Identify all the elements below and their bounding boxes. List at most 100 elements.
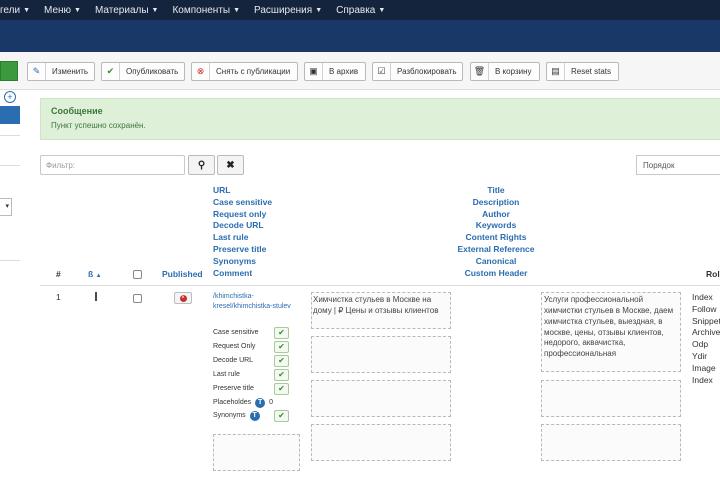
robots-list: Index Follow Snippet Archive Odp Ydir Im… xyxy=(692,292,720,386)
row-checkbox[interactable] xyxy=(133,294,142,303)
url-header-group: URL Case sensitive Request only Decode U… xyxy=(213,185,272,279)
search-icon: ⚲ xyxy=(197,159,206,171)
menu-item-help[interactable]: Справка ▼ xyxy=(329,5,392,16)
unpublished-icon: × xyxy=(179,294,187,302)
title-text: Химчистка стульев в Москве на дому | ₽ Ц… xyxy=(313,295,439,315)
col-preserve-title[interactable]: Preserve title xyxy=(213,244,272,256)
robots-index: Index xyxy=(692,292,713,302)
menu-item-components[interactable]: Компоненты ▼ xyxy=(165,5,247,16)
caret-down-icon: ▼ xyxy=(233,6,241,14)
option-placeholders: Placeholdes T 0 xyxy=(213,396,273,409)
publish-button[interactable]: ✔ Опубликовать xyxy=(101,62,185,81)
col-custom-header[interactable]: Custom Header xyxy=(465,268,528,280)
sidebar-divider xyxy=(0,260,20,261)
info-icon[interactable]: T xyxy=(249,410,260,421)
reset-stats-label: Reset stats xyxy=(571,67,612,76)
col-request-only[interactable]: Request only xyxy=(213,209,272,221)
plus-circle-icon[interactable]: + xyxy=(4,91,16,103)
canonical-field[interactable] xyxy=(541,380,681,417)
top-menu: гели ▼ Меню ▼ Материалы ▼ Компоненты ▼ Расши… xyxy=(0,0,720,20)
sort-asc-icon: ▲ xyxy=(95,273,102,279)
unpublish-button[interactable]: ⊗ Снять с публикации xyxy=(191,62,298,81)
comment-field[interactable] xyxy=(213,434,300,471)
col-num: # xyxy=(56,269,61,279)
robots-odp: Odp xyxy=(692,339,709,350)
info-icon[interactable]: T xyxy=(255,397,266,408)
select-all-checkbox[interactable] xyxy=(133,270,142,279)
col-case-sensitive[interactable]: Case sensitive xyxy=(213,197,272,209)
col-author[interactable]: Author xyxy=(482,209,510,221)
option-label: Case sensitive xyxy=(213,329,259,336)
caret-down-icon: ▼ xyxy=(23,6,31,14)
robots-ydir: Ydir xyxy=(692,350,708,361)
author-field[interactable] xyxy=(311,380,451,417)
option-request-only: Request Only xyxy=(213,340,255,353)
archive-button[interactable]: ▣ В архив xyxy=(304,62,366,81)
option-label: Request Only xyxy=(213,343,256,350)
menu-item-menu[interactable]: Меню ▼ xyxy=(37,5,88,16)
menu-item-extensions[interactable]: Расширения ▼ xyxy=(247,5,329,16)
app-window: гели ▼ Меню ▼ Материалы ▼ Компоненты ▼ Расши… xyxy=(0,0,720,480)
clear-button[interactable]: ✖ xyxy=(217,155,244,175)
robots-archive: Archive xyxy=(692,327,720,338)
col-comment[interactable]: Comment xyxy=(213,268,272,280)
preserve-title-toggle[interactable]: ✔ xyxy=(274,383,289,395)
unlock-button[interactable]: ☑ Разблокировать xyxy=(372,62,463,81)
last-rule-toggle[interactable]: ✔ xyxy=(274,369,289,381)
row-url-link[interactable]: /khimchistka-kresel/khimchistka-stulev xyxy=(213,292,305,312)
caret-down-icon: ▼ xyxy=(151,6,159,14)
new-button[interactable] xyxy=(0,61,18,81)
col-last-rule[interactable]: Last rule xyxy=(213,232,272,244)
archive-icon: ▣ xyxy=(305,63,323,80)
check-icon: ✔ xyxy=(278,370,285,379)
synonyms-toggle[interactable]: ✔ xyxy=(274,410,289,422)
caret-down-icon: ▼ xyxy=(315,6,323,14)
option-synonyms: Synonyms T xyxy=(213,409,260,422)
unpublish-label: Снять с публикации xyxy=(216,67,291,76)
sidebar-select[interactable]: ▾ xyxy=(0,198,12,216)
col-url[interactable]: URL xyxy=(213,185,272,197)
col-keywords[interactable]: Keywords xyxy=(476,220,517,232)
robots-follow: Follow xyxy=(692,303,717,314)
col-description[interactable]: Description xyxy=(473,197,520,209)
unlock-icon: ☑ xyxy=(373,63,391,80)
menu-item-0[interactable]: гели ▼ xyxy=(0,5,37,16)
col-content-rights[interactable]: Content Rights xyxy=(466,232,527,244)
col-decode-url[interactable]: Decode URL xyxy=(213,220,272,232)
col-published[interactable]: Published xyxy=(162,269,203,279)
custom-header-field[interactable] xyxy=(541,424,681,461)
filter-input[interactable]: Фильтр: xyxy=(40,155,185,175)
trash-button[interactable]: 🗑 В корзину xyxy=(470,62,540,81)
menu-item-label: Меню xyxy=(44,4,72,16)
option-last-rule: Last rule xyxy=(213,368,240,381)
request-only-toggle[interactable]: ✔ xyxy=(274,341,289,353)
check-icon: ✔ xyxy=(102,63,120,80)
col-canonical[interactable]: Canonical xyxy=(476,256,517,268)
publish-label: Опубликовать xyxy=(126,67,179,76)
close-icon: ✖ xyxy=(226,159,235,171)
robots-snippet: Snippet xyxy=(692,315,720,326)
col-id-sort[interactable]: ß ▲ xyxy=(88,269,102,279)
decode-url-toggle[interactable]: ✔ xyxy=(274,355,289,367)
edit-button[interactable]: ✎ Изменить xyxy=(27,62,95,81)
col-synonyms[interactable]: Synonyms xyxy=(213,256,272,268)
unpublished-toggle-button[interactable]: × xyxy=(174,292,192,304)
case-sensitive-toggle[interactable]: ✔ xyxy=(274,327,289,339)
col-title[interactable]: Title xyxy=(487,185,504,197)
option-label: Last rule xyxy=(213,371,240,378)
col-external-reference[interactable]: External Reference xyxy=(457,244,534,256)
menu-item-label: Справка xyxy=(336,4,376,16)
sidebar: + xyxy=(0,90,20,261)
order-select[interactable]: Порядок xyxy=(636,155,720,175)
description-field[interactable] xyxy=(311,336,451,373)
archive-label: В архив xyxy=(329,67,359,76)
sidebar-item-active[interactable] xyxy=(0,106,20,124)
row-divider xyxy=(40,285,720,286)
keywords-field[interactable] xyxy=(311,424,451,461)
menu-item-materials[interactable]: Материалы ▼ xyxy=(88,5,165,16)
option-label: Placeholdes xyxy=(213,399,252,406)
option-decode-url: Decode URL xyxy=(213,354,253,367)
search-button[interactable]: ⚲ xyxy=(188,155,215,175)
row-number: 1 xyxy=(56,292,61,302)
reset-stats-button[interactable]: ▤ Reset stats xyxy=(546,62,619,81)
